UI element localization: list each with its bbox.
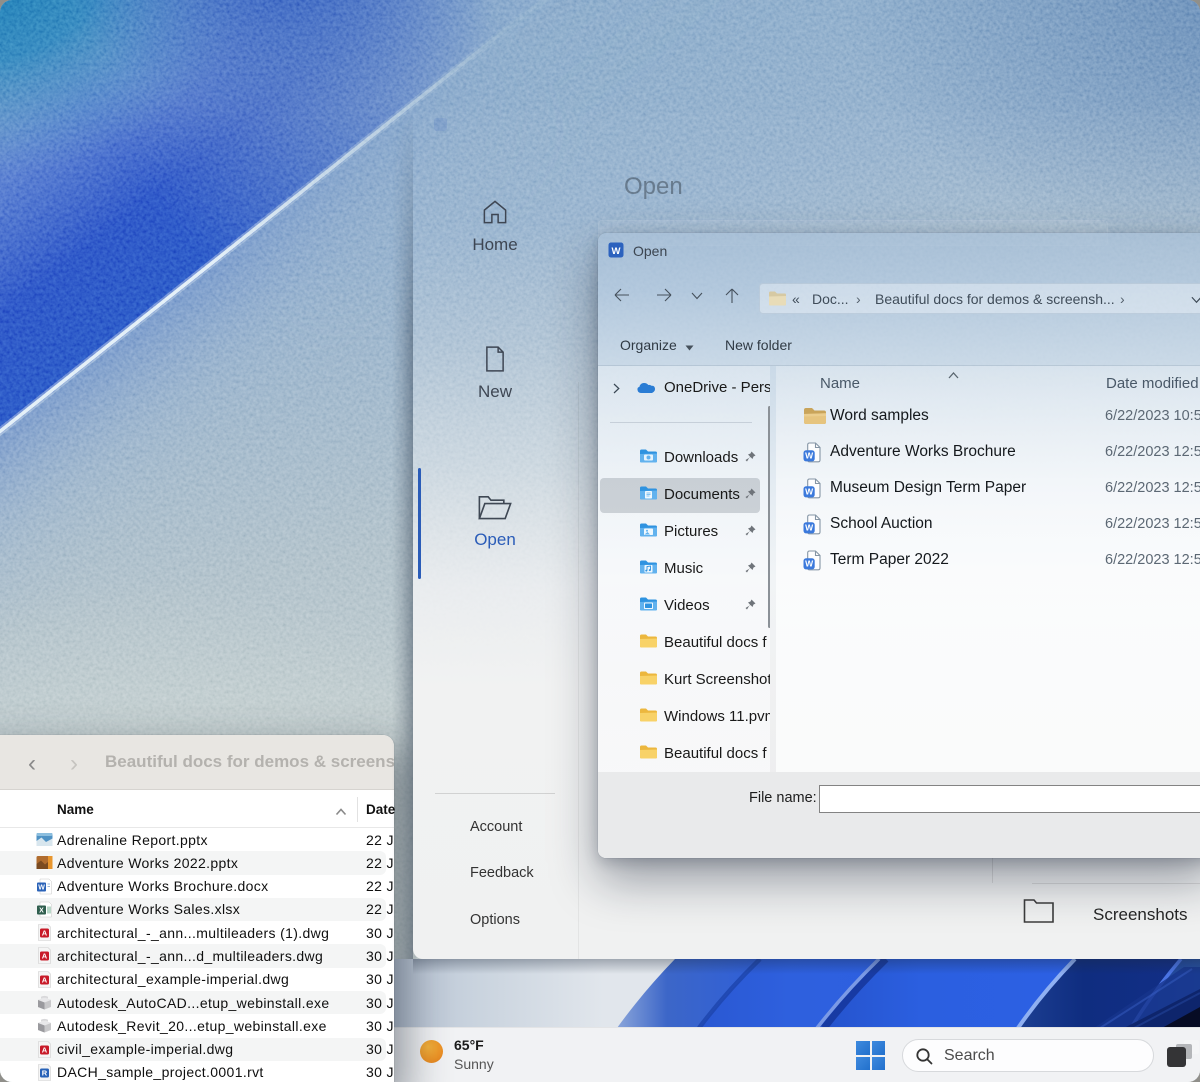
svg-text:A: A [42, 952, 48, 961]
svg-text:A: A [42, 929, 48, 938]
svg-text:W: W [38, 884, 45, 891]
svg-text:W: W [805, 487, 814, 497]
svg-text:W: W [612, 246, 621, 257]
svg-text:W: W [805, 451, 814, 461]
svg-text:A: A [42, 1045, 48, 1054]
svg-text:W: W [805, 523, 814, 533]
svg-text:X: X [39, 907, 44, 914]
svg-text:A: A [42, 975, 48, 984]
svg-text:W: W [805, 559, 814, 569]
svg-text:R: R [42, 1068, 48, 1077]
